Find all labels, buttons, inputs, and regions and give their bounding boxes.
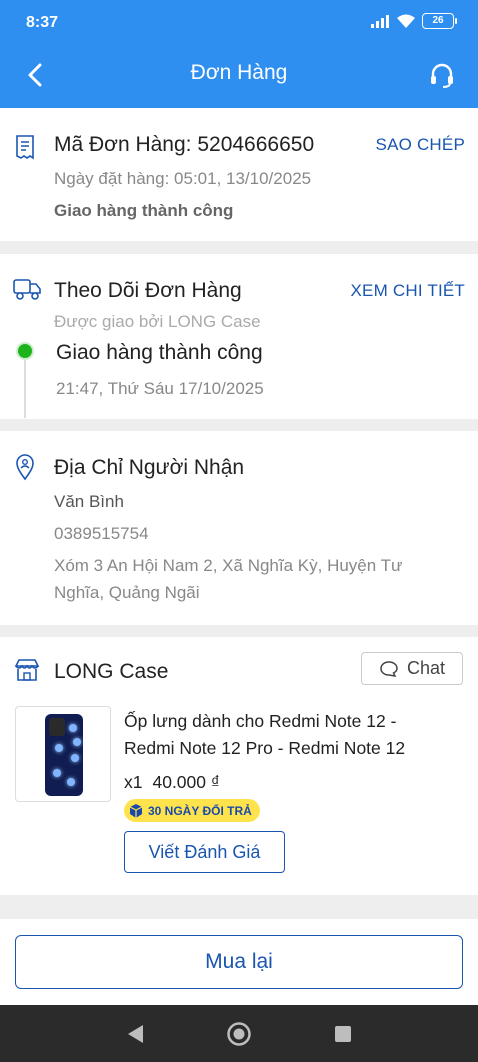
shop-name[interactable]: LONG Case	[54, 660, 168, 684]
order-status: Giao hàng thành công	[54, 201, 234, 220]
headset-icon	[431, 63, 453, 88]
phone-case-picture	[45, 714, 83, 796]
page-title: Đơn Hàng	[190, 61, 288, 84]
return-policy-text: 30 NGÀY ĐỔI TRẢ	[148, 803, 252, 818]
app-header: 8:37 26 Đơn Hàng	[0, 0, 478, 108]
product-name-line-1: Ốp lưng dành cho Redmi Note 12 -	[124, 711, 397, 731]
tracking-title: Theo Dõi Đơn Hàng	[54, 279, 242, 302]
status-time: 8:37	[26, 14, 59, 31]
recipient-phone: 0389515754	[54, 524, 149, 543]
address-card: Địa Chỉ Người Nhận Văn Bình 0389515754 X…	[0, 431, 478, 625]
nav-back-icon[interactable]	[124, 1023, 146, 1045]
system-navigation-bar	[0, 1005, 478, 1062]
nav-home-icon[interactable]	[226, 1021, 252, 1047]
support-button[interactable]	[426, 59, 458, 91]
signal-icon	[371, 15, 389, 28]
store-icon	[14, 659, 40, 681]
box-icon	[129, 803, 143, 818]
write-review-button[interactable]: Viết Đánh Giá	[124, 831, 285, 873]
status-icons: 26	[370, 13, 457, 29]
address-line-2: Nghĩa, Quảng Ngãi	[54, 583, 200, 602]
chat-label: Chat	[406, 658, 446, 678]
return-policy-badge: 30 NGÀY ĐỔI TRẢ	[124, 799, 260, 822]
tracking-status-dot	[16, 342, 34, 360]
product-image[interactable]	[15, 706, 111, 802]
address-title: Địa Chỉ Người Nhận	[54, 456, 245, 479]
product-quantity: x1	[124, 772, 143, 792]
carrier-text: Được giao bởi LONG Case	[54, 312, 261, 331]
view-detail-link[interactable]: XEM CHI TIẾT	[351, 281, 466, 301]
order-date: Ngày đặt hàng: 05:01, 13/10/2025	[54, 169, 312, 188]
wifi-icon	[397, 14, 415, 28]
chat-bubble-icon	[380, 660, 398, 677]
order-code: Mã Đơn Hàng: 5204666650	[54, 133, 315, 156]
product-name-line-2: Redmi Note 12 Pro - Redmi Note 12	[124, 738, 406, 758]
order-info-card: Mã Đơn Hàng: 5204666650 SAO CHÉP Ngày đặ…	[0, 108, 478, 241]
copy-button[interactable]: SAO CHÉP	[376, 135, 465, 155]
tracking-event-status: Giao hàng thành công	[56, 341, 263, 364]
battery-icon: 26	[422, 13, 457, 29]
truck-icon	[13, 279, 41, 300]
chat-button[interactable]: Chat	[361, 652, 463, 685]
product-price: 40.000 ₫	[152, 772, 220, 792]
nav-recents-icon[interactable]	[333, 1024, 353, 1044]
timeline-line	[24, 360, 26, 418]
address-line-1: Xóm 3 An Hội Nam 2, Xã Nghĩa Kỳ, Huyện T…	[54, 556, 403, 575]
tracking-event-time: 21:47, Thứ Sáu 17/10/2025	[56, 379, 264, 398]
product-price-row: x1 40.000 ₫	[124, 772, 220, 793]
receipt-icon	[16, 135, 34, 160]
buy-again-button[interactable]: Mua lại	[15, 935, 463, 989]
location-pin-icon	[16, 454, 34, 481]
recipient-name: Văn Bình	[54, 492, 124, 511]
